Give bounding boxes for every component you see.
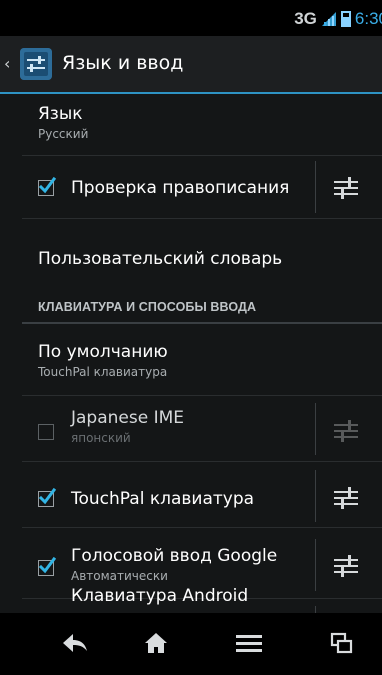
back-icon: [63, 634, 87, 652]
language-pref[interactable]: Язык Русский: [38, 104, 382, 141]
google-voice-checkbox[interactable]: [38, 556, 56, 576]
divider: [22, 155, 382, 156]
network-type: 3G: [294, 9, 317, 28]
default-ime-pref[interactable]: По умолчанию TouchPal клавиатура: [38, 342, 382, 379]
language-summary: Русский: [38, 127, 89, 141]
home-button[interactable]: [136, 623, 176, 663]
home-icon: [145, 633, 167, 653]
signal-icon: [321, 12, 336, 26]
touchpal-checkbox[interactable]: [38, 487, 56, 507]
checkmark-icon: [38, 556, 56, 574]
navigation-bar: [0, 613, 382, 675]
default-ime-title: По умолчанию: [38, 342, 168, 362]
checkmark-icon: [38, 487, 56, 505]
clock: 6:30: [354, 9, 382, 28]
sliders-icon[interactable]: [332, 552, 360, 580]
vertical-divider: [315, 470, 316, 522]
divider: [22, 395, 382, 396]
user-dictionary-pref[interactable]: Пользовательский словарь: [38, 249, 382, 269]
battery-icon: [340, 11, 351, 27]
back-button[interactable]: [55, 623, 95, 663]
page-title: Язык и ввод: [62, 52, 184, 74]
language-title: Язык: [38, 104, 83, 124]
recent-apps-button[interactable]: [322, 623, 362, 663]
settings-list: Язык Русский Проверка правописания Польз…: [0, 94, 382, 613]
japanese-ime-checkbox[interactable]: [38, 424, 54, 440]
default-ime-summary: TouchPal клавиатура: [38, 365, 168, 379]
checkmark-icon: [38, 176, 56, 194]
sliders-icon: [334, 420, 358, 442]
section-header: КЛАВИАТУРА И СПОСОБЫ ВВОДА: [38, 300, 257, 314]
user-dictionary-title: Пользовательский словарь: [38, 249, 283, 269]
spellcheck-checkbox[interactable]: [38, 176, 56, 196]
divider: [22, 527, 382, 528]
divider: [22, 461, 382, 462]
menu-icon: [236, 635, 262, 652]
vertical-divider: [315, 539, 316, 591]
status-icons: 3G 6:30: [294, 8, 382, 30]
recent-apps-icon: [330, 632, 353, 654]
settings-app-icon[interactable]: [20, 48, 52, 80]
menu-button[interactable]: [229, 623, 269, 663]
sliders-icon[interactable]: [332, 174, 360, 202]
android-keyboard-title: Клавиатура Android: [71, 586, 249, 606]
sliders-icon[interactable]: [332, 484, 360, 512]
section-divider: [22, 322, 382, 324]
vertical-divider: [315, 606, 316, 613]
android-keyboard-pref[interactable]: Клавиатура Android: [71, 586, 382, 606]
divider: [22, 218, 382, 219]
vertical-divider: [315, 403, 316, 455]
status-bar: 3G 6:30: [0, 0, 382, 36]
action-bar: ‹ Язык и ввод: [0, 36, 382, 94]
vertical-divider: [315, 161, 316, 213]
up-caret-icon[interactable]: ‹: [4, 56, 10, 72]
